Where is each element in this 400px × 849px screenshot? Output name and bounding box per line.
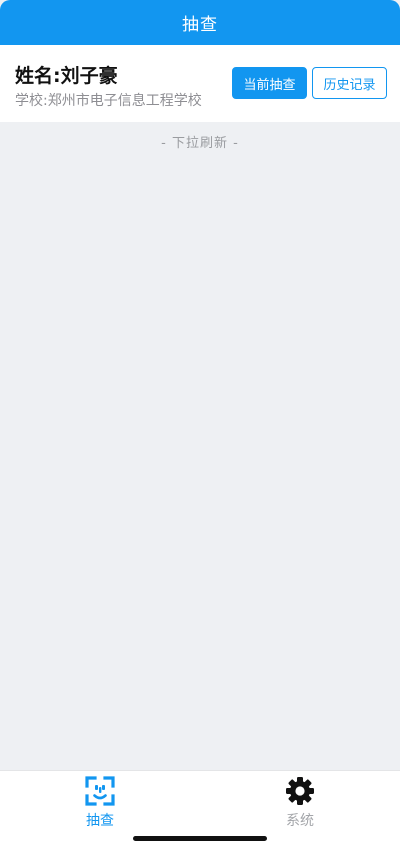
student-name: 姓名:刘子豪 [15,65,118,87]
face-scan-icon [85,776,115,806]
tab-check[interactable]: 抽查 [0,771,200,841]
page-title: 抽查 [182,15,218,35]
student-info-card: 姓名:刘子豪 学校:郑州市电子信息工程学校 当前抽查 历史记录 [0,45,400,122]
top-nav-bar: 抽查 [0,0,400,45]
home-indicator [133,836,267,841]
pull-to-refresh-hint: - 下拉刷新 - [161,136,239,151]
student-school: 学校:郑州市电子信息工程学校 [15,93,202,109]
gear-icon [286,777,314,805]
current-check-button[interactable]: 当前抽查 [232,67,307,99]
tab-system-label: 系统 [286,813,314,829]
history-button[interactable]: 历史记录 [312,67,387,99]
tab-check-label: 抽查 [86,813,114,829]
tab-system[interactable]: 系统 [200,771,400,841]
app-screen: 抽查 姓名:刘子豪 学校:郑州市电子信息工程学校 当前抽查 历史记录 - 下拉刷… [0,0,400,849]
